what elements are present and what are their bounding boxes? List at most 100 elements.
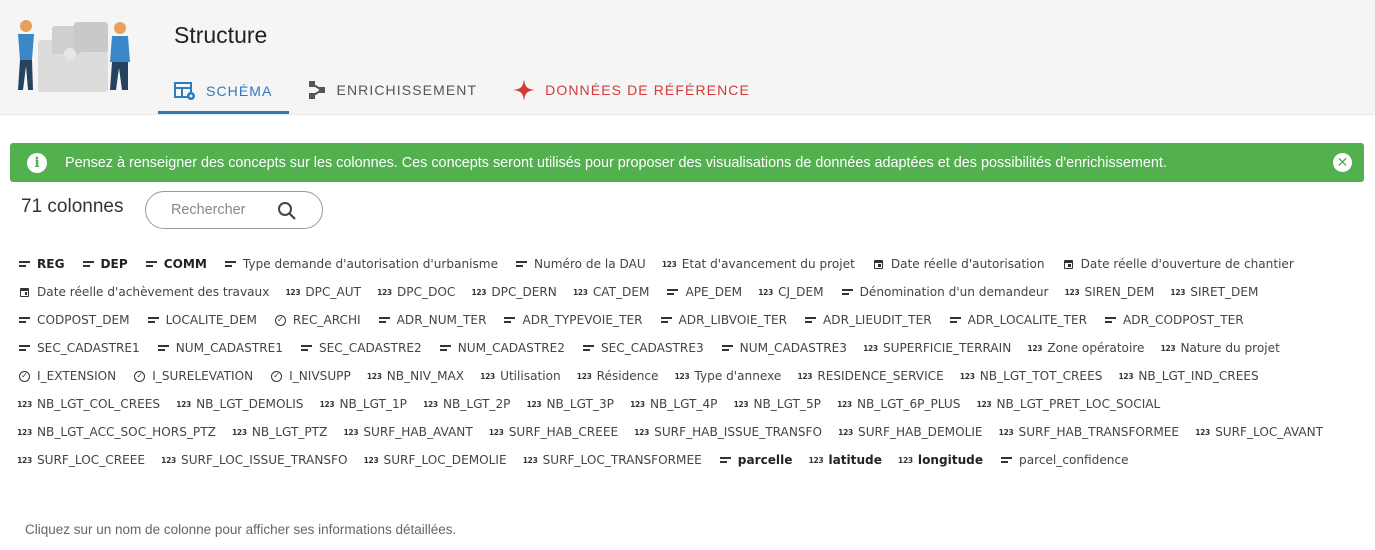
column-chip[interactable]: COMM xyxy=(145,255,207,273)
number-123-icon: 123 xyxy=(17,399,32,409)
column-chip[interactable]: 123 NB_LGT_PTZ xyxy=(232,423,327,441)
search-input[interactable] xyxy=(169,201,273,219)
column-name: NB_LGT_4P xyxy=(649,397,718,411)
column-chip[interactable]: 123 SURF_LOC_CREEE xyxy=(17,451,146,469)
column-chip[interactable]: APE_DEM xyxy=(666,283,742,301)
column-chip[interactable]: 123 Résidence xyxy=(577,367,659,385)
column-chip[interactable]: SEC_CADASTRE2 xyxy=(300,339,422,357)
number-123-icon: 123 xyxy=(17,427,32,437)
search-icon[interactable] xyxy=(277,201,297,221)
column-chip[interactable]: LOCALITE_DEM xyxy=(147,311,257,329)
column-chip[interactable]: parcelle xyxy=(719,451,792,469)
column-chip[interactable]: 123 CJ_DEM xyxy=(758,283,823,301)
column-chip[interactable]: 123 NB_LGT_ACC_SOC_HORS_PTZ xyxy=(17,423,216,441)
column-chip[interactable]: parcel_confidence xyxy=(1000,451,1129,469)
column-chip[interactable]: Date réelle d'autorisation xyxy=(872,255,1045,273)
page-header: Structure SCHÉMA ENRICHISSEMENT DONNÉES … xyxy=(0,0,1375,115)
tab-donnees-de-reference[interactable]: DONNÉES DE RÉFÉRENCE xyxy=(497,70,766,110)
column-chip[interactable]: 123 DPC_DERN xyxy=(471,283,556,301)
column-chip[interactable]: 123 longitude xyxy=(898,451,983,469)
tab-schema-label: SCHÉMA xyxy=(206,82,273,99)
column-chip[interactable]: 123 NB_LGT_6P_PLUS xyxy=(837,395,961,413)
column-chip[interactable]: 123 Zone opératoire xyxy=(1027,339,1144,357)
column-chip[interactable]: ADR_TYPEVOIE_TER xyxy=(503,311,643,329)
column-name: SURF_LOC_ISSUE_TRANSFO xyxy=(181,453,348,467)
column-chip[interactable]: 123 SURF_LOC_TRANSFORMEE xyxy=(523,451,702,469)
column-chip[interactable]: 123 NB_LGT_5P xyxy=(734,395,821,413)
column-chip[interactable]: 123 NB_LGT_DEMOLIS xyxy=(176,395,303,413)
column-chip[interactable]: ADR_LOCALITE_TER xyxy=(949,311,1087,329)
column-chip[interactable]: NUM_CADASTRE3 xyxy=(721,339,847,357)
column-chip[interactable]: REG xyxy=(18,255,65,273)
column-chip[interactable]: Type demande d'autorisation d'urbanisme xyxy=(224,255,498,273)
column-chip[interactable]: Numéro de la DAU xyxy=(515,255,646,273)
column-chip[interactable]: ✓ I_SURELEVATION xyxy=(133,367,253,385)
column-name: Date réelle d'achèvement des travaux xyxy=(37,285,270,299)
column-chip[interactable]: CODPOST_DEM xyxy=(18,311,130,329)
column-chip[interactable]: 123 DPC_AUT xyxy=(285,283,360,301)
column-name: CAT_DEM xyxy=(592,285,650,299)
column-chip[interactable]: Date réelle d'achèvement des travaux xyxy=(18,283,269,301)
column-name: APE_DEM xyxy=(685,285,743,299)
text-lines-icon xyxy=(666,289,679,295)
text-lines-icon xyxy=(719,457,732,463)
number-123-icon: 123 xyxy=(758,287,773,297)
column-chip[interactable]: 123 NB_LGT_4P xyxy=(630,395,718,413)
column-chip[interactable]: 123 NB_LGT_PRET_LOC_SOCIAL xyxy=(977,395,1161,413)
column-chip[interactable]: 123 DPC_DOC xyxy=(377,283,455,301)
column-name: SEC_CADASTRE1 xyxy=(37,341,140,355)
column-chip[interactable]: 123 NB_LGT_3P xyxy=(527,395,614,413)
column-chip[interactable]: 123 SURF_HAB_TRANSFORMEE xyxy=(999,423,1179,441)
column-chip[interactable]: Dénomination d'un demandeur xyxy=(841,283,1049,301)
column-chip[interactable]: ✓ REC_ARCHI xyxy=(274,311,361,329)
column-name: NB_LGT_6P_PLUS xyxy=(856,397,961,411)
column-chip[interactable]: 123 SURF_HAB_DEMOLIE xyxy=(838,423,982,441)
column-chip[interactable]: 123 NB_LGT_TOT_CREES xyxy=(960,367,1103,385)
column-chip[interactable]: ADR_LIBVOIE_TER xyxy=(660,311,787,329)
column-chip[interactable]: 123 SURF_LOC_DEMOLIE xyxy=(364,451,507,469)
column-chip[interactable]: NUM_CADASTRE2 xyxy=(439,339,565,357)
text-lines-icon xyxy=(145,261,158,267)
column-chip[interactable]: 123 NB_LGT_2P xyxy=(423,395,510,413)
column-chip[interactable]: ✓ I_EXTENSION xyxy=(18,367,116,385)
column-chip[interactable]: 123 NB_LGT_1P xyxy=(320,395,407,413)
tab-enrichissement[interactable]: ENRICHISSEMENT xyxy=(291,70,494,110)
column-chip[interactable]: 123 SIREN_DEM xyxy=(1065,283,1155,301)
column-chip[interactable]: 123 SURF_HAB_CREEE xyxy=(489,423,618,441)
column-chip[interactable]: 123 SURF_LOC_ISSUE_TRANSFO xyxy=(161,451,348,469)
column-chip[interactable]: 123 Nature du projet xyxy=(1161,339,1280,357)
tab-schema[interactable]: SCHÉMA xyxy=(158,70,289,114)
column-chip[interactable]: 123 Type d'annexe xyxy=(675,367,782,385)
column-chip[interactable]: DEP xyxy=(82,255,128,273)
column-name: RESIDENCE_SERVICE xyxy=(817,369,944,383)
column-chip[interactable]: ✓ I_NIVSUPP xyxy=(270,367,351,385)
close-icon[interactable]: ✕ xyxy=(1333,153,1352,172)
column-chip[interactable]: 123 SUPERFICIE_TERRAIN xyxy=(863,339,1011,357)
column-chip[interactable]: 123 CAT_DEM xyxy=(573,283,650,301)
column-chip[interactable]: 123 NB_LGT_IND_CREES xyxy=(1119,367,1259,385)
column-name: SURF_LOC_CREEE xyxy=(37,453,146,467)
column-chip[interactable]: 123 NB_LGT_COL_CREES xyxy=(17,395,160,413)
column-chip[interactable]: 123 Utilisation xyxy=(480,367,560,385)
column-name: Date réelle d'ouverture de chantier xyxy=(1080,257,1294,271)
column-chip[interactable]: 123 SURF_LOC_AVANT xyxy=(1195,423,1323,441)
column-chip[interactable]: 123 SURF_HAB_AVANT xyxy=(343,423,472,441)
column-chip[interactable]: ADR_LIEUDIT_TER xyxy=(804,311,932,329)
column-chip[interactable]: 123 RESIDENCE_SERVICE xyxy=(797,367,944,385)
column-chip[interactable]: NUM_CADASTRE1 xyxy=(157,339,283,357)
column-chip[interactable]: 123 SIRET_DEM xyxy=(1170,283,1258,301)
column-name: I_EXTENSION xyxy=(37,369,117,383)
column-chip[interactable]: SEC_CADASTRE3 xyxy=(582,339,704,357)
column-chip[interactable]: SEC_CADASTRE1 xyxy=(18,339,140,357)
column-chip[interactable]: 123 latitude xyxy=(809,451,882,469)
column-chip[interactable]: 123 Etat d'avancement du projet xyxy=(662,255,855,273)
tab-bar: SCHÉMA ENRICHISSEMENT DONNÉES DE RÉFÉREN… xyxy=(158,70,766,114)
column-count: 71 colonnes xyxy=(21,196,124,217)
column-chip[interactable]: 123 SURF_HAB_ISSUE_TRANSFO xyxy=(634,423,822,441)
column-chip[interactable]: ADR_NUM_TER xyxy=(378,311,486,329)
column-chip[interactable]: Date réelle d'ouverture de chantier xyxy=(1062,255,1294,273)
column-chip[interactable]: ADR_CODPOST_TER xyxy=(1104,311,1244,329)
column-chip[interactable]: 123 NB_NIV_MAX xyxy=(367,367,464,385)
number-123-icon: 123 xyxy=(319,399,335,409)
column-name: NB_LGT_IND_CREES xyxy=(1138,369,1259,383)
